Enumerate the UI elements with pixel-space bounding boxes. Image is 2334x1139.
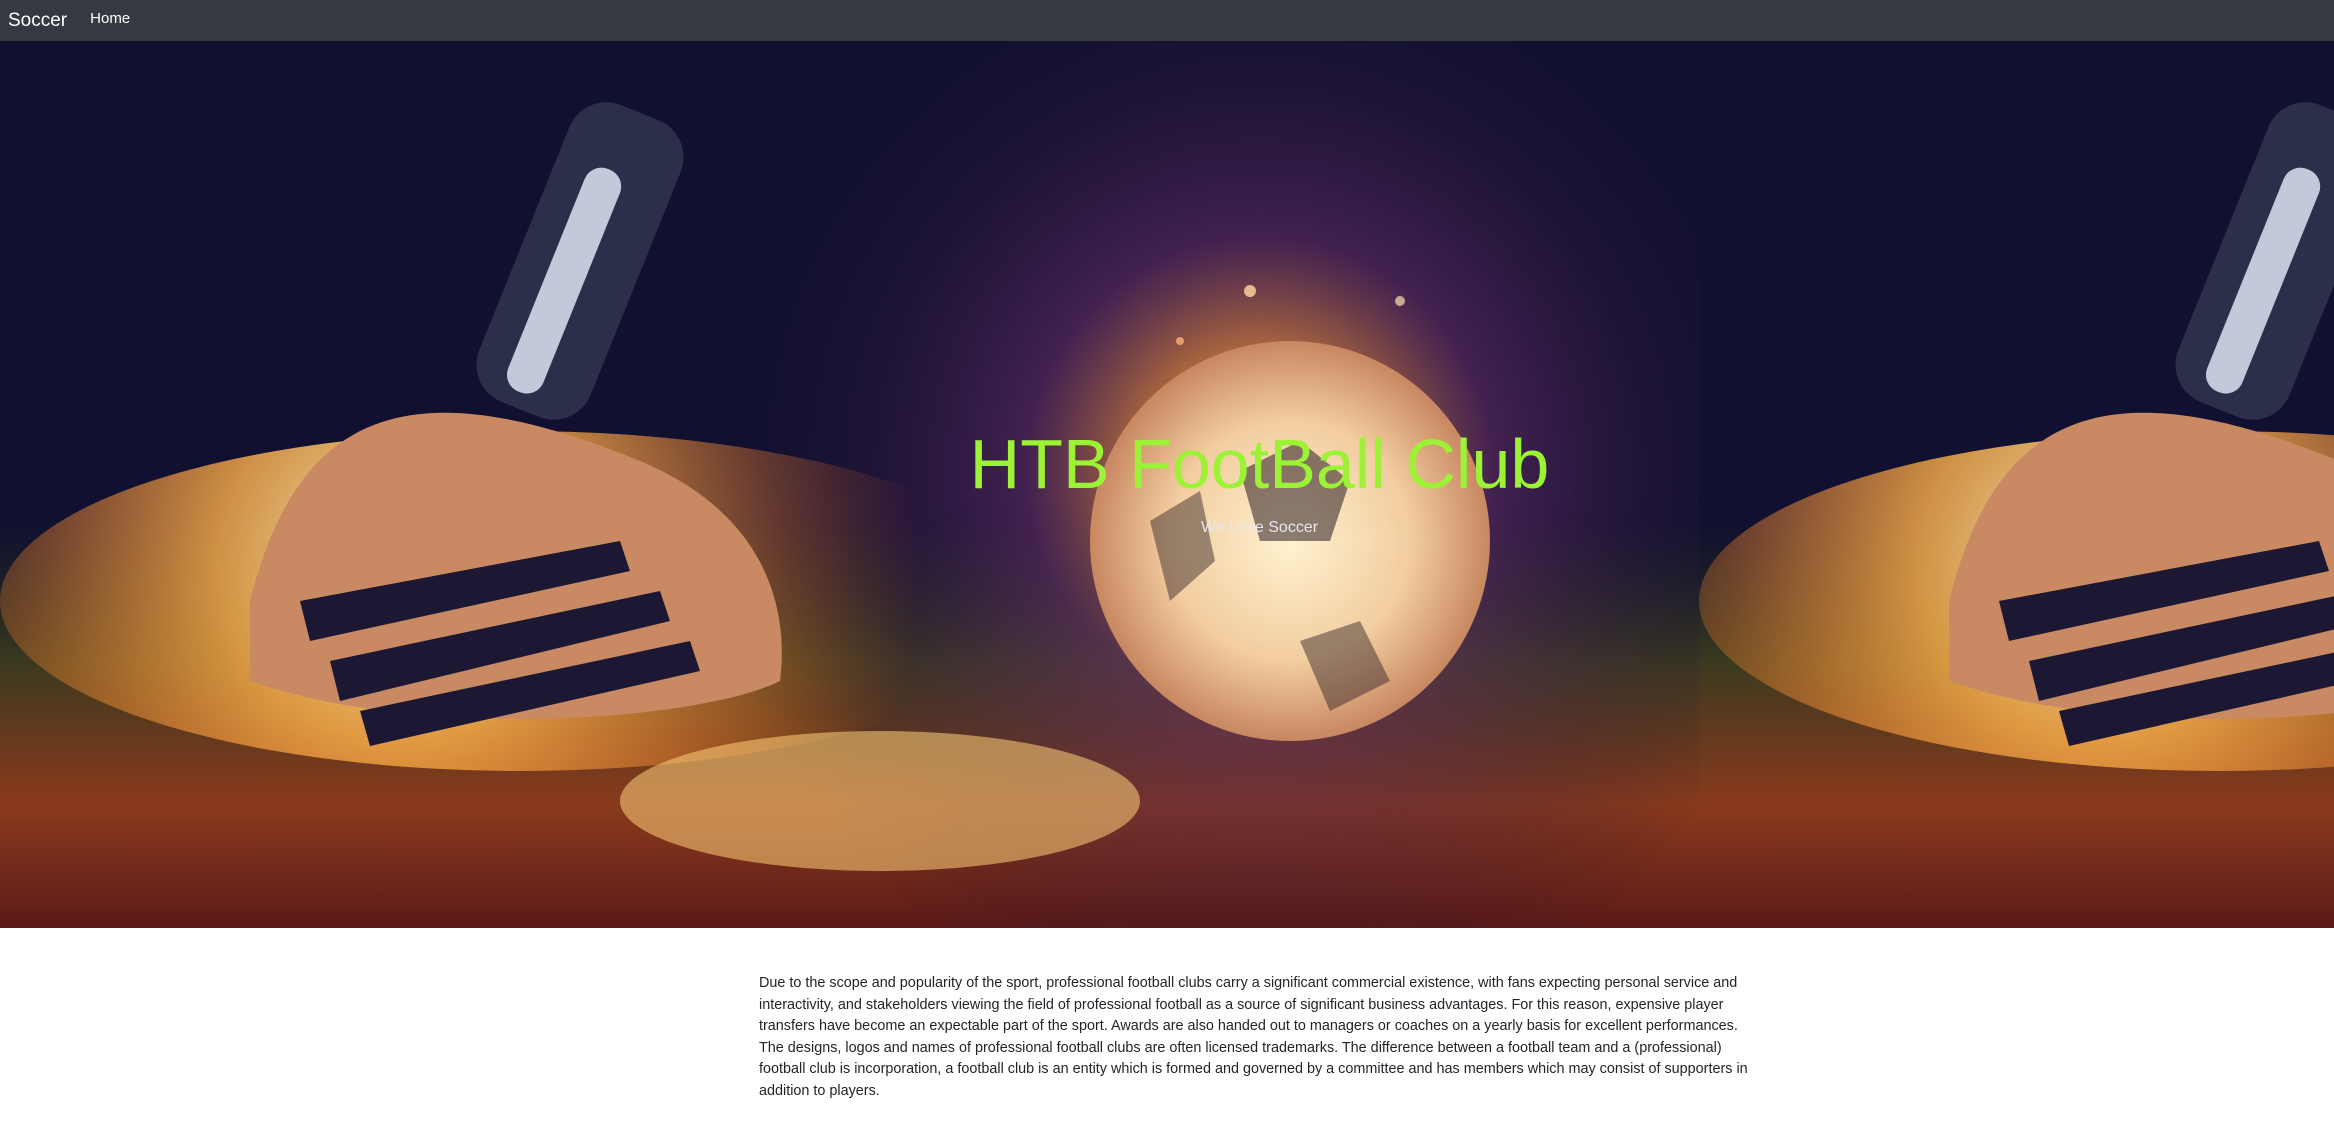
hero-banner: HTB FootBall Club We Love Soccer (0, 41, 2334, 928)
content-paragraph: Due to the scope and popularity of the s… (759, 975, 1748, 1099)
hero-title: HTB FootBall Club (969, 425, 1550, 503)
hero-subtitle: We Love Soccer (1200, 519, 1319, 536)
nav-link-home[interactable]: Home (90, 11, 130, 26)
top-navbar: Soccer Home (0, 0, 2334, 41)
brand-link[interactable]: Soccer (8, 11, 67, 30)
main-content: Due to the scope and popularity of the s… (759, 973, 1759, 1102)
